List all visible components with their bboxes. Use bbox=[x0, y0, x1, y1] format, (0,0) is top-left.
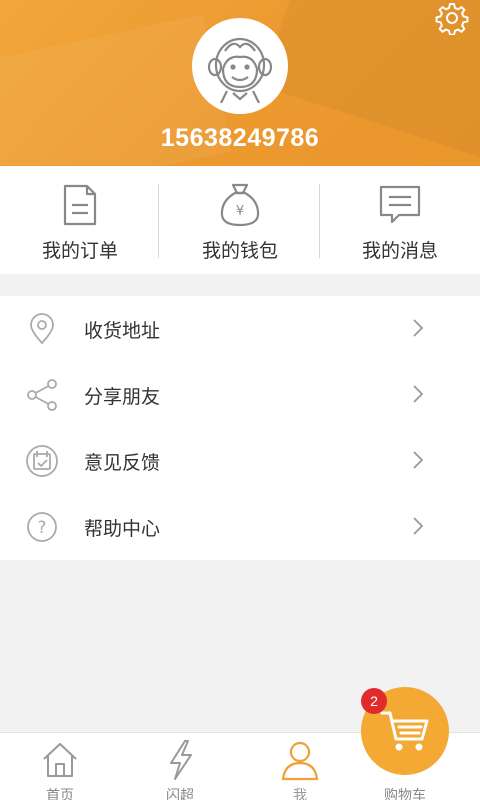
home-icon bbox=[43, 743, 77, 777]
menu-item-help-center[interactable]: ? 帮助中心 bbox=[0, 494, 480, 560]
location-pin-icon bbox=[30, 313, 54, 345]
user-phone-number: 15638249786 bbox=[160, 124, 320, 152]
my-orders-label: 我的订单 bbox=[41, 240, 118, 262]
quick-actions: 我的订单 ¥ 我的钱包 我的消息 bbox=[0, 166, 480, 274]
menu-item-label: 帮助中心 bbox=[84, 517, 161, 540]
menu-item-shipping-address[interactable]: 收货地址 bbox=[0, 296, 480, 362]
tab-flash-sale[interactable]: 闪超 bbox=[150, 733, 210, 800]
my-messages-label: 我的消息 bbox=[361, 240, 438, 262]
divider bbox=[158, 184, 159, 258]
my-messages-button[interactable]: 我的消息 bbox=[320, 166, 480, 274]
tab-label: 闪超 bbox=[166, 788, 194, 800]
tab-label: 首页 bbox=[46, 788, 74, 800]
menu-item-label: 意见反馈 bbox=[84, 451, 161, 474]
chevron-right-icon bbox=[413, 517, 424, 535]
chevron-right-icon bbox=[413, 451, 424, 469]
share-icon bbox=[27, 379, 57, 411]
feedback-icon bbox=[26, 445, 58, 477]
settings-button[interactable] bbox=[432, 0, 472, 36]
tab-label: 购物车 bbox=[384, 788, 426, 800]
gear-icon bbox=[435, 3, 469, 35]
help-icon: ? bbox=[27, 512, 57, 542]
lightning-icon bbox=[170, 740, 192, 780]
message-icon bbox=[379, 185, 421, 224]
cart-count-badge: 2 bbox=[361, 688, 387, 714]
divider bbox=[319, 184, 320, 258]
tab-label: 我 bbox=[293, 788, 307, 800]
tab-me[interactable]: 我 bbox=[270, 733, 330, 800]
money-bag-icon: ¥ bbox=[220, 183, 260, 227]
question-mark: ? bbox=[37, 518, 46, 538]
menu-item-label: 收货地址 bbox=[84, 319, 161, 342]
person-icon bbox=[281, 741, 319, 781]
my-wallet-label: 我的钱包 bbox=[201, 240, 278, 262]
tab-home[interactable]: 首页 bbox=[30, 733, 90, 800]
cart-icon bbox=[380, 711, 429, 751]
chevron-right-icon bbox=[413, 385, 424, 403]
chevron-right-icon bbox=[413, 319, 424, 337]
my-wallet-button[interactable]: ¥ 我的钱包 bbox=[160, 166, 320, 274]
menu-item-label: 分享朋友 bbox=[84, 385, 161, 408]
my-orders-button[interactable]: 我的订单 bbox=[0, 166, 160, 274]
monkey-avatar-icon bbox=[207, 37, 273, 103]
document-icon bbox=[63, 184, 97, 226]
menu-item-share-friends[interactable]: 分享朋友 bbox=[0, 362, 480, 428]
menu-item-feedback[interactable]: 意见反馈 bbox=[0, 428, 480, 494]
profile-header: 15638249786 bbox=[0, 0, 480, 166]
avatar[interactable] bbox=[192, 18, 288, 114]
yuan-symbol: ¥ bbox=[236, 204, 244, 219]
settings-menu: 收货地址 分享朋友 意见反馈 ? 帮助中心 bbox=[0, 296, 480, 560]
